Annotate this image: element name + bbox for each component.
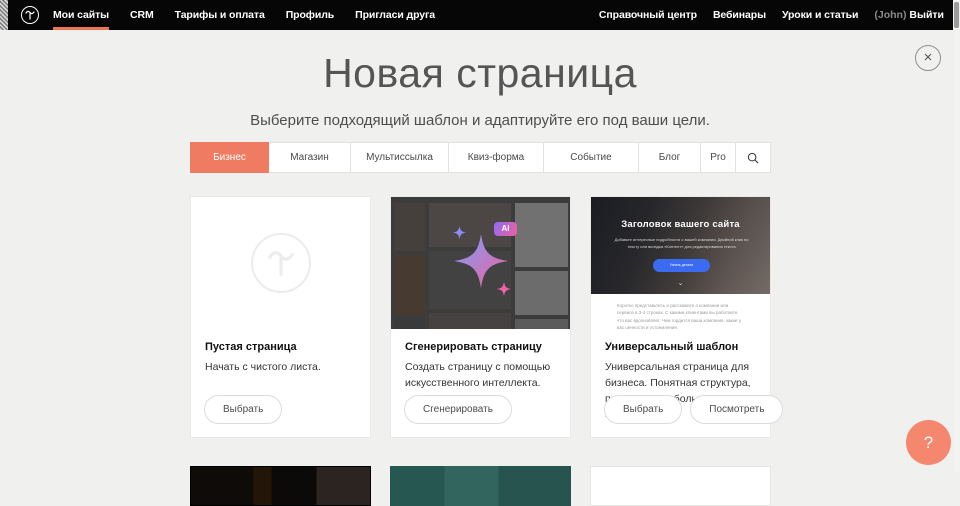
user-name: (John) — [874, 9, 906, 21]
card-blank-page: Пустая страница Начать с чистого листа. … — [190, 196, 371, 438]
generate-button[interactable]: Сгенерировать — [404, 395, 512, 424]
tab-blog[interactable]: Блог — [639, 143, 701, 172]
ai-sparkle-small-icon — [452, 225, 467, 240]
template-body: Коротко представьтесь и расскажите о ком… — [591, 294, 770, 329]
nav-item-lessons[interactable]: Уроки и статьи — [782, 0, 858, 30]
scrollbar-track[interactable] — [953, 0, 960, 472]
template-category-tabs: Бизнес Магазин Мультиссылка Квиз-форма С… — [190, 142, 771, 173]
template-hero: Заголовок вашего сайта Добавьте интересн… — [591, 197, 770, 294]
template-hero-heading: Заголовок вашего сайта — [591, 219, 770, 230]
card-title: Пустая страница — [205, 341, 356, 353]
blank-page-preview[interactable] — [191, 197, 370, 329]
ai-sparkle-small-icon — [496, 281, 512, 297]
edge-pattern — [0, 0, 8, 30]
select-button[interactable]: Выбрать — [604, 395, 682, 424]
tab-pro[interactable]: Pro — [701, 143, 736, 172]
top-nav: Мои сайты CRM Тарифы и оплата Профиль Пр… — [0, 0, 960, 30]
card-title: Сгенерировать страницу — [405, 341, 556, 353]
tilda-logo-icon[interactable] — [21, 6, 39, 24]
card-description: Начать с чистого листа. — [205, 360, 356, 376]
nav-item-profile[interactable]: Профиль — [286, 0, 334, 30]
nav-item-invite-friend[interactable]: Пригласи друга — [355, 0, 435, 30]
nav-item-my-sites[interactable]: Мои сайты — [53, 0, 109, 30]
tilda-watermark-icon — [251, 233, 311, 293]
help-button[interactable]: ? — [906, 420, 951, 465]
view-button[interactable]: Посмотреть — [690, 395, 783, 424]
nav-right: Справочный центр Вебинары Уроки и статьи… — [599, 0, 944, 30]
chevron-down-icon: ⌄ — [591, 279, 770, 287]
universal-template-preview[interactable]: Заголовок вашего сайта Добавьте интересн… — [591, 197, 770, 329]
ai-badge: AI — [494, 222, 517, 236]
tab-search[interactable] — [736, 143, 770, 172]
tab-multilink[interactable]: Мультиссылка — [351, 143, 449, 172]
template-preview-partial[interactable] — [190, 466, 371, 506]
tab-quiz-form[interactable]: Квиз-форма — [449, 143, 544, 172]
template-preview-partial[interactable] — [390, 466, 571, 506]
page-subtitle: Выберите подходящий шаблон и адаптируйте… — [0, 112, 960, 129]
template-hero-button: Узнать детали — [653, 259, 710, 272]
nav-item-label: Мои сайты — [53, 9, 109, 21]
template-hero-subtext: Добавьте интересные подробности о вашей … — [609, 237, 754, 251]
scrollbar-thumb[interactable] — [954, 2, 959, 28]
template-cards-row: Пустая страница Начать с чистого листа. … — [190, 196, 771, 438]
template-cards-row-2 — [190, 466, 771, 506]
select-button[interactable]: Выбрать — [204, 395, 282, 424]
template-body-text: Коротко представьтесь и расскажите о ком… — [591, 294, 770, 329]
nav-item-tariffs[interactable]: Тарифы и оплата — [175, 0, 265, 30]
active-nav-underline — [53, 27, 109, 30]
card-description: Создать страницу с помощью искусственног… — [405, 360, 556, 392]
page-title: Новая страница — [0, 50, 960, 97]
card-generate-ai: AI Сгенерировать страницу Создать страни… — [390, 196, 571, 438]
logout-link[interactable]: Выйти — [909, 9, 944, 21]
ai-generate-preview[interactable]: AI — [391, 197, 570, 329]
tab-event[interactable]: Событие — [544, 143, 639, 172]
search-icon — [747, 152, 759, 164]
nav-item-crm[interactable]: CRM — [130, 0, 154, 30]
tab-business[interactable]: Бизнес — [190, 142, 269, 173]
user-logout[interactable]: (John) Выйти — [874, 9, 944, 21]
tab-shop[interactable]: Магазин — [269, 143, 351, 172]
nav-item-webinars[interactable]: Вебинары — [713, 0, 766, 30]
template-preview-partial[interactable] — [590, 466, 771, 506]
card-universal-template: Заголовок вашего сайта Добавьте интересн… — [590, 196, 771, 438]
nav-menu: Мои сайты CRM Тарифы и оплата Профиль Пр… — [53, 0, 435, 30]
nav-item-help-center[interactable]: Справочный центр — [599, 0, 697, 30]
card-title: Универсальный шаблон — [605, 341, 756, 353]
